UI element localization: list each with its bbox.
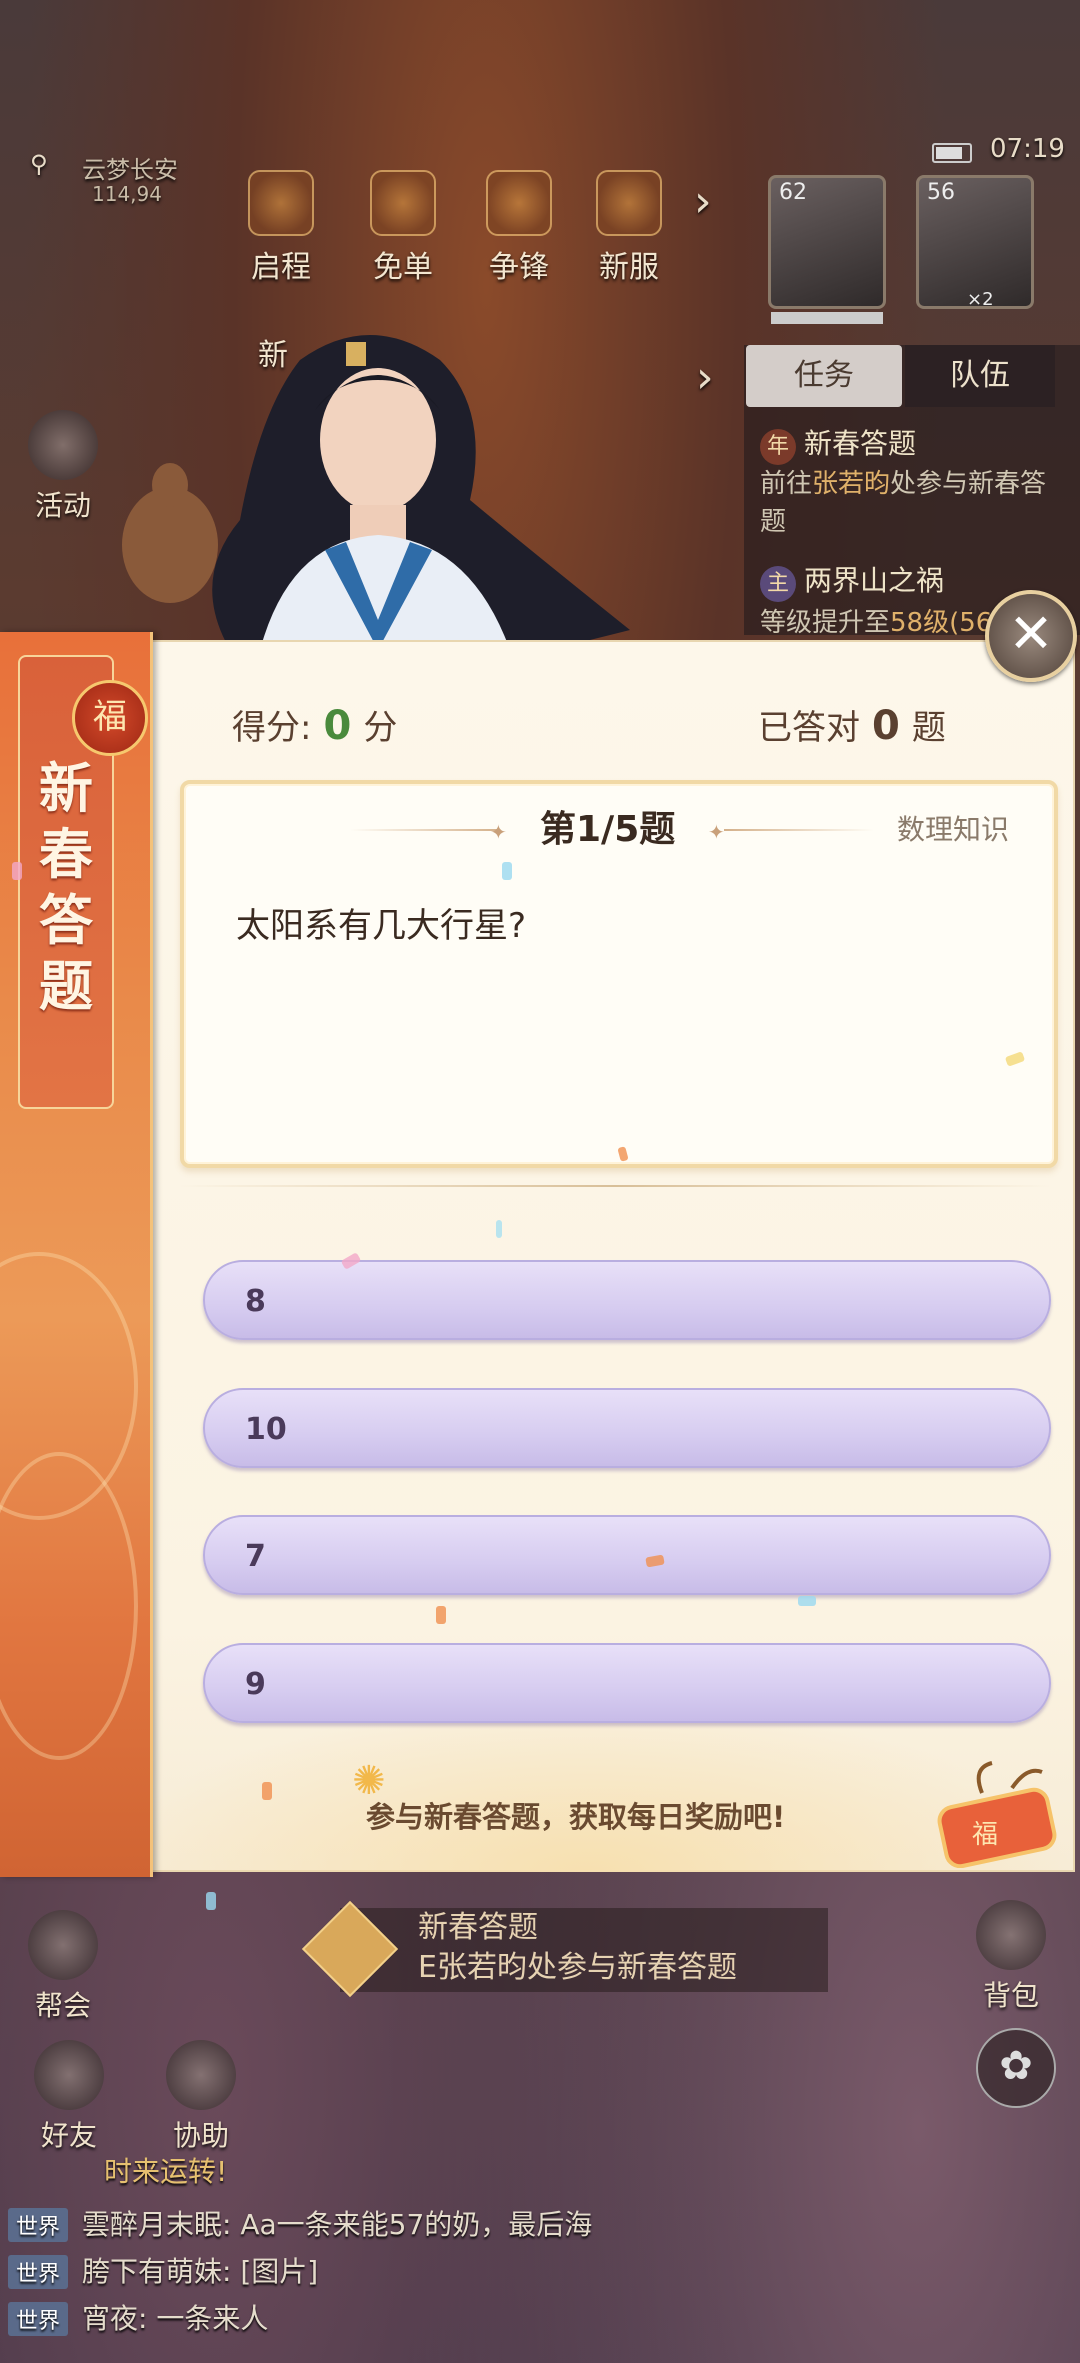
answer-option[interactable]: 10 — [203, 1388, 1051, 1468]
friends-button[interactable]: 好友 — [34, 2040, 104, 2154]
banner-title: 新春答题 — [39, 756, 93, 1018]
guild-icon — [28, 1910, 98, 1980]
chevron-right-icon[interactable]: › — [694, 176, 712, 227]
answer-option[interactable]: 8 — [203, 1260, 1051, 1340]
diamond-ornament-icon: ✦ — [708, 820, 725, 844]
compete-icon — [486, 170, 552, 236]
party-member-portrait[interactable]: 62 — [768, 175, 886, 324]
server-coords: 114,94 — [92, 182, 162, 206]
task-item-new-year-quiz[interactable]: 年新春答题 — [760, 425, 916, 465]
question-category: 数理知识 — [897, 813, 1010, 846]
fu-seal-icon: 福 — [72, 680, 148, 756]
divider — [180, 1185, 1050, 1187]
confetti — [12, 862, 22, 880]
chevron-right-icon[interactable]: › — [696, 352, 714, 403]
score-display: 得分: 0 分 — [232, 703, 398, 749]
location-pin-icon: ⚲ — [30, 150, 48, 178]
panel-cloud-decoration — [100, 1700, 1075, 1872]
close-button[interactable]: ✕ — [985, 590, 1077, 682]
svg-text:福: 福 — [972, 1820, 998, 1850]
battery-icon — [932, 143, 972, 163]
confetti — [206, 1892, 216, 1910]
confetti — [496, 1220, 502, 1238]
assist-icon — [166, 2040, 236, 2110]
party-member-portrait[interactable]: 56 ×2 — [916, 175, 1034, 310]
chat-message[interactable]: 世界 雲醉月末眠: Aa一条来能57的奶，最后海 — [8, 2203, 592, 2243]
question-number: 第1/5题 — [540, 809, 676, 850]
assist-button[interactable]: 协助 — [166, 2040, 236, 2154]
title-ornament-left — [350, 829, 500, 831]
backpack-icon — [976, 1900, 1046, 1970]
chat-message[interactable]: 世界 宵夜: 一条来人 — [8, 2297, 268, 2337]
question-text: 太阳系有几大行星? — [236, 906, 527, 946]
clock: 07:19 — [990, 134, 1065, 164]
task-item-main-quest[interactable]: 主两界山之祸 — [760, 562, 944, 602]
free-order-icon — [370, 170, 436, 236]
start-journey-button[interactable]: 启程 — [248, 170, 314, 286]
footer-tip: 参与新春答题，获取每日奖励吧! — [366, 1800, 786, 1834]
chat-message[interactable]: 世界 胯下有萌妹: [图片] — [8, 2250, 318, 2290]
confetti — [262, 1782, 272, 1800]
confetti — [798, 1596, 816, 1606]
answer-option[interactable]: 7 — [203, 1515, 1051, 1595]
activity-icon — [28, 410, 98, 480]
free-order-button[interactable]: 免单 — [370, 170, 436, 286]
activity-button[interactable]: 活动 — [28, 410, 98, 524]
new-server-icon — [596, 170, 662, 236]
confetti — [436, 1606, 446, 1624]
server-name: 云梦长安 — [82, 156, 178, 184]
backpack-button[interactable]: 背包 — [976, 1900, 1046, 2014]
confetti — [502, 862, 512, 880]
bottom-quest-tracker[interactable]: 新春答题 E张若昀处参与新春答题 — [340, 1908, 828, 1992]
new-server-button[interactable]: 新服 — [596, 170, 662, 286]
chat-header: 时来运转! — [104, 2155, 228, 2188]
answer-option[interactable]: 9 — [203, 1643, 1051, 1723]
diamond-ornament-icon: ✦ — [490, 820, 507, 844]
task-desc: 前往张若昀处参与新春答题 — [760, 469, 1047, 537]
compete-button[interactable]: 争锋 — [486, 170, 552, 286]
firecracker-icon: 福 — [937, 1761, 1057, 1868]
friends-icon — [34, 2040, 104, 2110]
tab-team[interactable]: 队伍 — [905, 345, 1055, 407]
settings-flower-icon[interactable]: ✿ — [976, 2028, 1056, 2108]
npc-character — [122, 335, 630, 650]
tab-tasks[interactable]: 任务 — [746, 345, 902, 407]
guild-button[interactable]: 帮会 — [28, 1910, 98, 2024]
hp-bar — [771, 312, 883, 324]
journey-icon — [248, 170, 314, 236]
correct-count-display: 已答对 0 题 — [758, 703, 946, 749]
title-ornament-right — [724, 829, 874, 831]
